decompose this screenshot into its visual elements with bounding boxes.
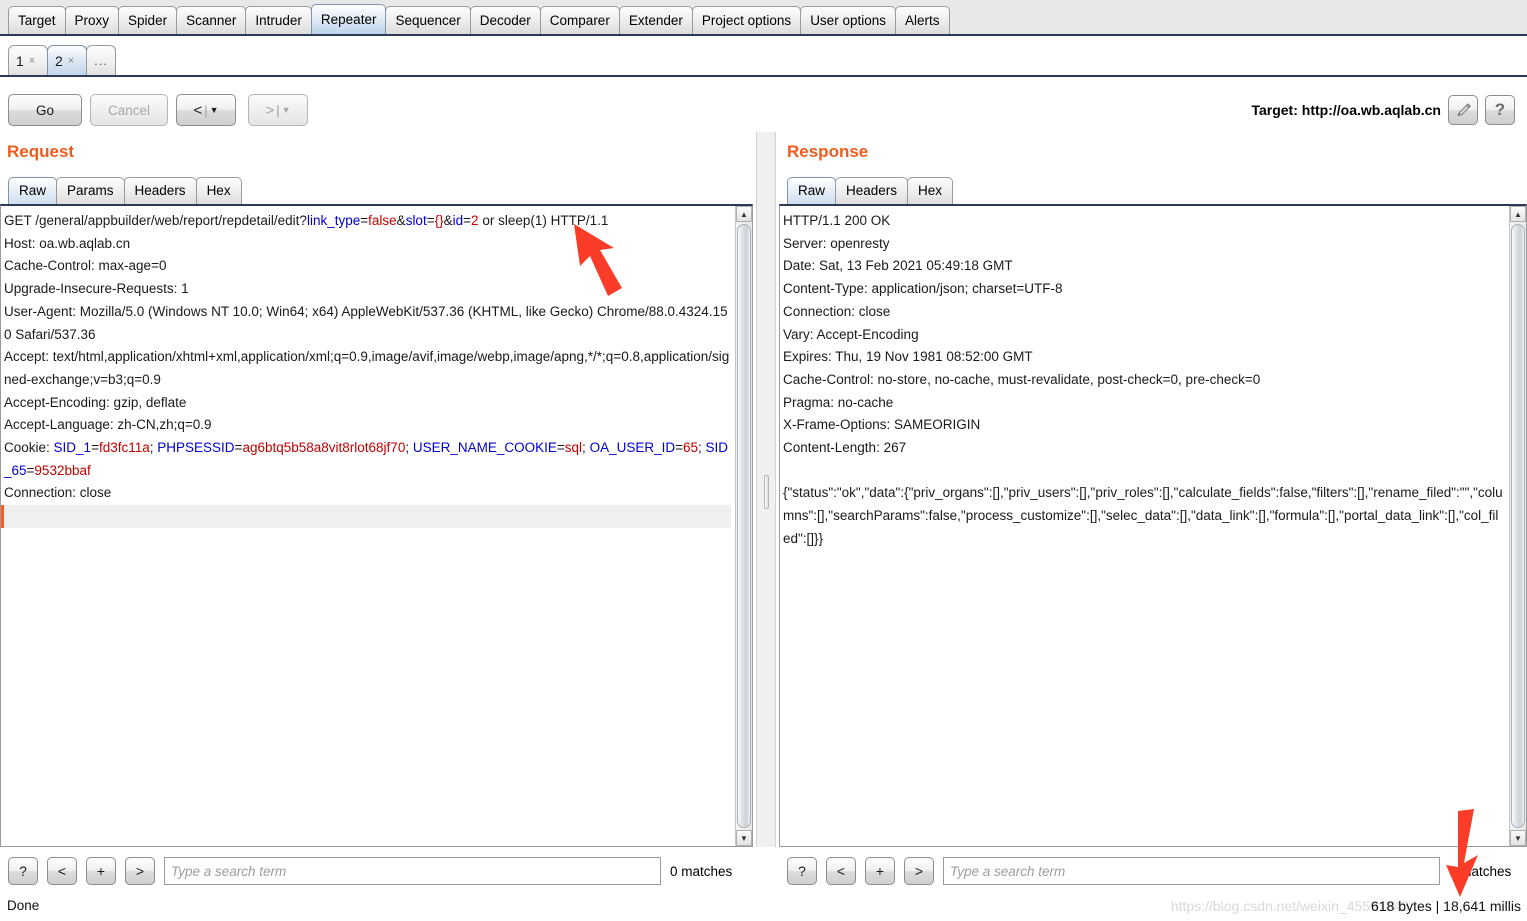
scrollbar-thumb[interactable] (737, 224, 751, 828)
response-search-add-button[interactable]: + (865, 857, 895, 885)
main-tab-sequencer[interactable]: Sequencer (385, 6, 471, 34)
chevron-down-icon: ▼ (209, 105, 219, 115)
main-tab-proxy[interactable]: Proxy (64, 6, 120, 34)
divider-grip[interactable] (764, 475, 769, 510)
main-tab-spider[interactable]: Spider (118, 6, 178, 34)
main-tab-scanner[interactable]: Scanner (176, 6, 247, 34)
history-forward-button[interactable]: > | ▼ (248, 94, 308, 126)
go-button[interactable]: Go (8, 94, 82, 126)
response-search-input[interactable]: Type a search term (943, 857, 1440, 885)
divider-glyph: | (204, 102, 208, 118)
main-tab-bar: Target Proxy Spider Scanner Intruder Repeater… (0, 0, 1527, 36)
response-search-bar: ? < + > Type a search term 0 matches (787, 855, 1511, 887)
request-search-input[interactable]: Type a search term (164, 857, 661, 885)
repeater-tab-label: 1 (16, 52, 24, 69)
request-search-add-button[interactable]: + (86, 857, 116, 885)
chevron-down-icon: ▼ (281, 105, 291, 115)
main-tab-alerts[interactable]: Alerts (894, 6, 950, 34)
main-tab-target[interactable]: Target (8, 6, 66, 34)
scroll-up-icon[interactable]: ▲ (1510, 206, 1526, 222)
request-editor[interactable]: GET /general/appbuilder/web/report/repde… (0, 204, 753, 847)
request-pane-title: Request (7, 142, 75, 161)
pane-split-divider[interactable] (756, 132, 776, 847)
response-timing-text: 618 bytes | 18,641 millis (1371, 898, 1521, 914)
divider-glyph: | (276, 102, 280, 118)
request-match-count: 0 matches (670, 863, 733, 879)
request-view-tab-params[interactable]: Params (56, 177, 125, 204)
status-bar-text: Done (7, 898, 40, 913)
response-vertical-scrollbar[interactable]: ▲ ▼ (1509, 206, 1526, 846)
response-editor[interactable]: HTTP/1.1 200 OK Server: openresty Date: … (779, 204, 1527, 847)
repeater-tab-label: 2 (55, 52, 63, 69)
caret-line-highlight (1, 505, 731, 528)
new-repeater-tab-button[interactable]: ... (86, 45, 116, 75)
request-view-tab-raw[interactable]: Raw (8, 177, 58, 204)
response-view-tabs: Raw Headers Hex (787, 175, 954, 204)
edit-target-button[interactable] (1448, 95, 1478, 125)
response-view-tab-headers[interactable]: Headers (835, 177, 909, 204)
scroll-down-icon[interactable]: ▼ (1510, 830, 1526, 846)
forward-arrow-icon: > (265, 101, 275, 119)
response-match-count: 0 matches (1449, 863, 1512, 879)
request-search-bar: ? < + > Type a search term 0 matches (8, 855, 732, 887)
repeater-tab-1[interactable]: 1 × (8, 45, 48, 75)
close-icon[interactable]: × (68, 55, 74, 67)
request-vertical-scrollbar[interactable]: ▲ ▼ (735, 206, 752, 846)
scrollbar-thumb[interactable] (1511, 224, 1525, 828)
response-raw-text[interactable]: HTTP/1.1 200 OK Server: openresty Date: … (780, 206, 1509, 846)
main-tab-comparer[interactable]: Comparer (539, 6, 620, 34)
repeater-tab-bar: 1 × 2 ×... (0, 38, 1527, 77)
response-search-help-button[interactable]: ? (787, 857, 817, 885)
main-tab-decoder[interactable]: Decoder (469, 6, 541, 34)
cancel-button[interactable]: Cancel (90, 94, 168, 126)
pencil-icon (1456, 102, 1471, 116)
response-pane-title: Response (787, 142, 869, 161)
main-tab-user-options[interactable]: User options (800, 6, 896, 34)
request-view-tab-hex[interactable]: Hex (195, 177, 242, 204)
response-view-tab-raw[interactable]: Raw (787, 177, 837, 204)
request-search-prev-button[interactable]: < (47, 857, 77, 885)
scroll-up-icon[interactable]: ▲ (736, 206, 752, 222)
request-raw-text[interactable]: GET /general/appbuilder/web/report/repde… (1, 206, 735, 846)
close-icon[interactable]: × (29, 55, 35, 67)
target-label: Target: http://oa.wb.aqlab.cn (1251, 102, 1441, 118)
request-view-tabs: Raw Params Headers Hex (8, 175, 242, 204)
target-bar: Target: http://oa.wb.aqlab.cn ? (1251, 94, 1515, 126)
burp-suite-window: Target Proxy Spider Scanner Intruder Repeater… (0, 0, 1527, 921)
back-arrow-icon: < (193, 101, 203, 119)
main-tab-intruder[interactable]: Intruder (245, 6, 312, 34)
repeater-tab-2[interactable]: 2 × (47, 45, 87, 75)
main-tab-repeater[interactable]: Repeater (310, 4, 387, 34)
question-mark-icon: ? (1494, 100, 1506, 119)
response-search-prev-button[interactable]: < (826, 857, 856, 885)
request-search-help-button[interactable]: ? (8, 857, 38, 885)
main-tab-extender[interactable]: Extender (618, 6, 693, 34)
request-view-tab-headers[interactable]: Headers (123, 177, 197, 204)
request-search-next-button[interactable]: > (125, 857, 155, 885)
history-back-button[interactable]: < | ▼ (176, 94, 236, 126)
response-search-next-button[interactable]: > (904, 857, 934, 885)
main-tab-project-options[interactable]: Project options (691, 6, 802, 34)
scroll-down-icon[interactable]: ▼ (736, 830, 752, 846)
target-help-button[interactable]: ? (1485, 95, 1515, 125)
response-view-tab-hex[interactable]: Hex (907, 177, 954, 204)
